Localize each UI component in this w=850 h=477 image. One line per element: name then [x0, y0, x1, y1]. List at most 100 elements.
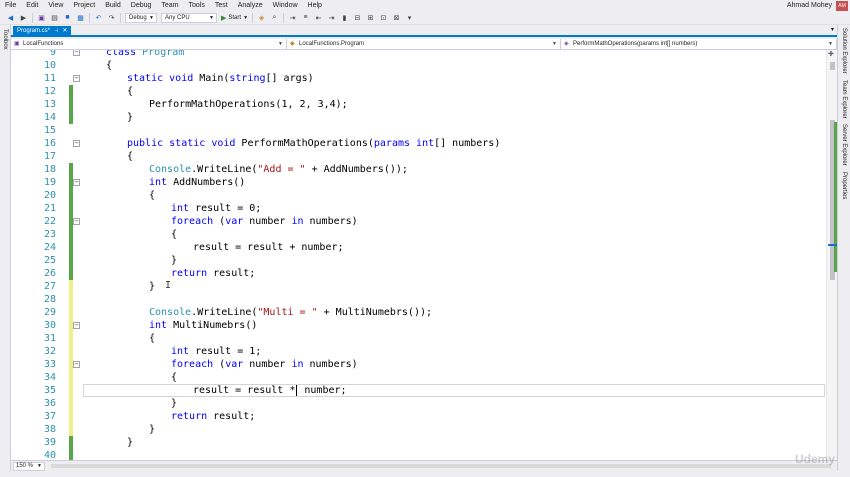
- change-marker-saved: [69, 98, 73, 111]
- chevron-down-icon: ▼: [552, 41, 557, 47]
- collapse-icon[interactable]: −: [73, 179, 80, 186]
- code-line: 26 return result;: [11, 267, 826, 280]
- server-explorer-tab[interactable]: Server Explorer: [841, 124, 847, 166]
- uncomment-icon[interactable]: ⊞: [366, 13, 375, 22]
- code-text: {: [171, 372, 178, 383]
- menu-help[interactable]: Help: [303, 0, 327, 11]
- save-icon[interactable]: ■: [63, 13, 72, 22]
- code-text: static void Main(string[] args): [127, 72, 314, 85]
- keyword: return: [171, 268, 208, 279]
- code-text: {: [127, 86, 134, 97]
- menu-edit[interactable]: Edit: [21, 0, 43, 11]
- tab-dropdown-icon[interactable]: ▾: [831, 26, 834, 33]
- menu-bar: File Edit View Project Build Debug Team …: [0, 0, 850, 11]
- change-marker-unsaved: [69, 423, 73, 436]
- line-number: 24: [43, 242, 56, 253]
- change-marker-unsaved: [69, 384, 73, 397]
- collapse-icon[interactable]: −: [73, 361, 80, 368]
- next-bookmark-icon[interactable]: ⊠: [392, 13, 401, 22]
- change-marker-unsaved: [69, 371, 73, 384]
- toolbox-tab[interactable]: Toolbox: [2, 29, 8, 50]
- keyword: int: [149, 177, 168, 188]
- code-line: 22 − foreach (var number in numbers): [11, 215, 826, 228]
- comment-icon[interactable]: ⊟: [353, 13, 362, 22]
- editor-bottom-bar: 150 % ▼: [11, 460, 837, 471]
- undo-icon[interactable]: ↶: [94, 13, 103, 22]
- code-text: int result = 0;: [171, 202, 261, 215]
- menu-debug[interactable]: Debug: [126, 0, 157, 11]
- pin-icon[interactable]: ⊣: [54, 26, 58, 37]
- collapse-icon[interactable]: −: [73, 140, 80, 147]
- redo-icon[interactable]: ↷: [107, 13, 116, 22]
- forward-icon[interactable]: ▶: [19, 13, 28, 22]
- menu-file[interactable]: File: [0, 0, 21, 11]
- new-project-icon[interactable]: ▣: [37, 13, 46, 22]
- platform-select[interactable]: Any CPU ▼: [161, 12, 217, 23]
- menu-analyze[interactable]: Analyze: [233, 0, 268, 11]
- format-icon[interactable]: ≡: [301, 13, 310, 22]
- tab-program-cs[interactable]: Program.cs* ⊣ ✕: [13, 26, 72, 37]
- solution-explorer-tab[interactable]: Solution Explorer: [841, 28, 847, 74]
- menu-build[interactable]: Build: [100, 0, 126, 11]
- avatar[interactable]: AM: [836, 0, 848, 11]
- open-file-icon[interactable]: ▤: [50, 13, 59, 22]
- line-number: 20: [43, 190, 56, 201]
- class-select[interactable]: ◆ LocalFunctions.Program ▼: [287, 39, 561, 49]
- menu-view[interactable]: View: [43, 0, 68, 11]
- keyword: class: [106, 50, 137, 58]
- project-select[interactable]: ▣ LocalFunctions ▼: [11, 39, 287, 49]
- method-icon: ◈: [564, 41, 569, 47]
- scroll-thumb-top[interactable]: [830, 62, 835, 70]
- zoom-select[interactable]: 150 % ▼: [13, 462, 45, 471]
- user-name[interactable]: Ahmad Mohey: [787, 2, 832, 9]
- line-number: 28: [43, 294, 56, 305]
- prev-bookmark-icon[interactable]: ⊡: [379, 13, 388, 22]
- horizontal-scrollbar[interactable]: [51, 464, 831, 468]
- line-number: 32: [43, 346, 56, 357]
- code-line: 17 {: [11, 150, 826, 163]
- line-number: 16: [43, 138, 56, 149]
- code-text: return result;: [171, 267, 255, 280]
- back-icon[interactable]: ◀: [6, 13, 15, 22]
- toolbar-separator: [120, 12, 121, 23]
- start-button[interactable]: ▶ Start ▼: [221, 14, 248, 22]
- class-name: Console: [149, 164, 192, 175]
- change-marker-saved: [69, 111, 73, 124]
- team-explorer-tab[interactable]: Team Explorer: [841, 80, 847, 119]
- save-all-icon[interactable]: ▦: [76, 13, 85, 22]
- collapse-icon[interactable]: −: [73, 50, 80, 56]
- menu-tools[interactable]: Tools: [184, 0, 210, 11]
- browser-link-icon[interactable]: ◈: [257, 13, 266, 22]
- toolbar-overflow-icon[interactable]: ▾: [405, 13, 414, 22]
- step-icon[interactable]: ⇥: [288, 13, 297, 22]
- line-number: 35: [43, 385, 56, 396]
- keyword: static: [127, 73, 164, 84]
- close-icon[interactable]: ✕: [62, 26, 67, 37]
- change-marker-saved: [69, 202, 73, 215]
- code-line: 28: [11, 293, 826, 306]
- menu-team[interactable]: Team: [156, 0, 183, 11]
- code-line: 39 }: [11, 436, 826, 449]
- menu-project[interactable]: Project: [68, 0, 100, 11]
- keyword: void: [211, 138, 236, 149]
- code-fragment: number: [243, 359, 292, 370]
- code-editor[interactable]: 9 − class Program 10 { 11 − static void …: [11, 50, 826, 460]
- code-line: 31 {: [11, 332, 826, 345]
- outdent-icon[interactable]: ⇤: [314, 13, 323, 22]
- change-marker-saved: [69, 163, 73, 176]
- scroll-up-icon[interactable]: ✚: [828, 50, 834, 58]
- keyword: var: [225, 216, 244, 227]
- indent-icon[interactable]: ⇥: [327, 13, 336, 22]
- collapse-icon[interactable]: −: [73, 218, 80, 225]
- menu-test[interactable]: Test: [210, 0, 233, 11]
- collapse-icon[interactable]: −: [73, 75, 80, 82]
- member-select[interactable]: ◈ PerformMathOperations(params int[] num…: [561, 39, 837, 49]
- collapse-icon[interactable]: −: [73, 322, 80, 329]
- code-fragment: [] numbers): [434, 138, 501, 149]
- menu-window[interactable]: Window: [268, 0, 303, 11]
- vertical-scrollbar[interactable]: ✚: [826, 50, 837, 460]
- configuration-select[interactable]: Debug ▼: [125, 12, 157, 23]
- find-icon[interactable]: ⌕: [270, 13, 279, 22]
- bookmark-icon[interactable]: ▮: [340, 13, 349, 22]
- properties-tab[interactable]: Properties: [841, 172, 847, 199]
